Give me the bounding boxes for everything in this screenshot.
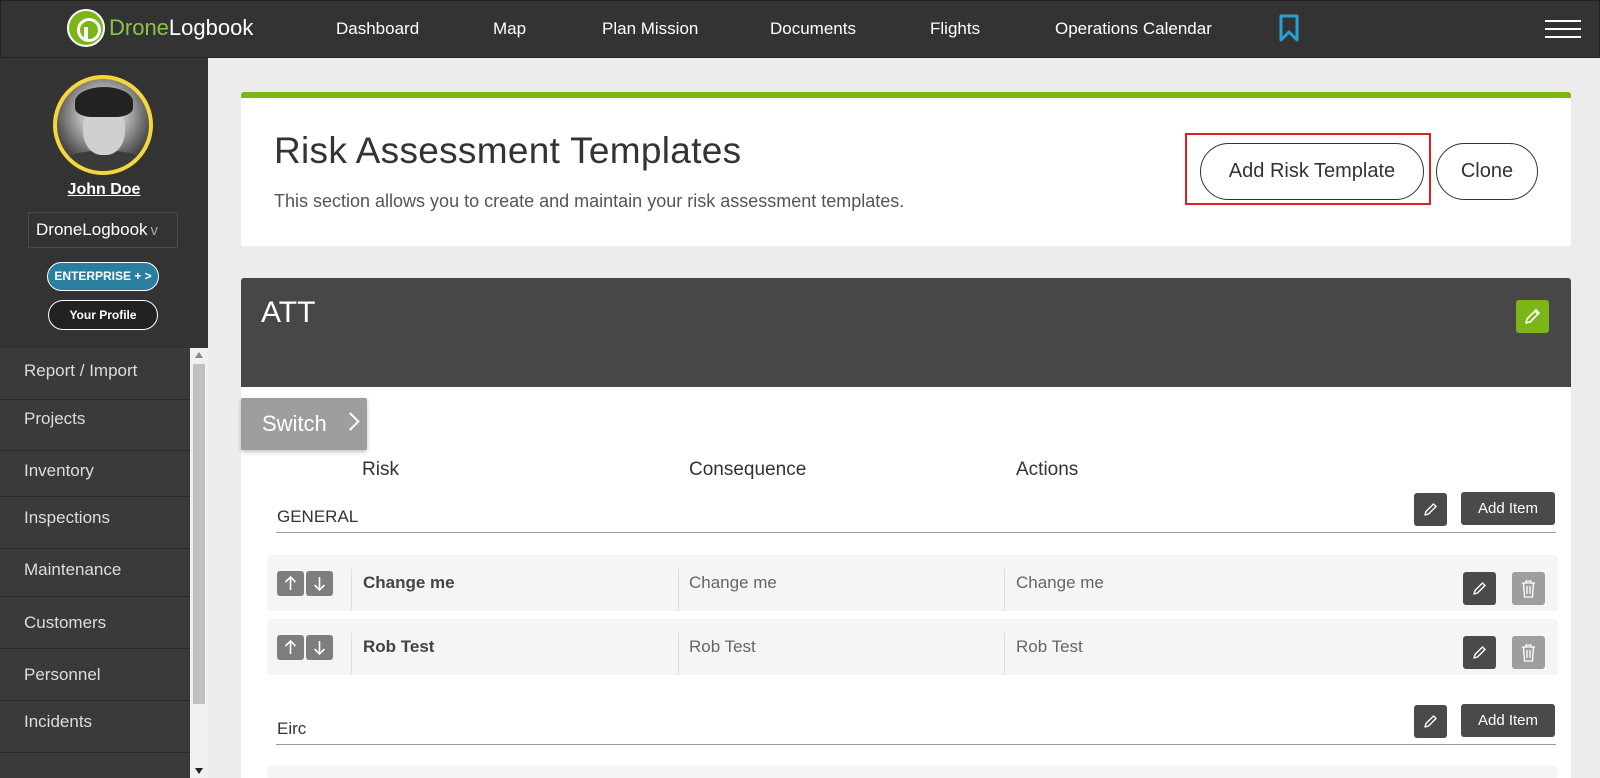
pencil-icon — [1473, 646, 1486, 659]
sidebar-scrollbar[interactable] — [190, 348, 208, 778]
sidebar-item-customers[interactable]: Customers — [0, 597, 190, 649]
delete-row-button[interactable] — [1512, 636, 1545, 669]
switch-button[interactable]: Switch — [241, 398, 367, 450]
organization-label: DroneLogbook — [36, 220, 148, 239]
table-row — [267, 766, 1558, 778]
scroll-down-arrow-icon[interactable] — [195, 768, 203, 774]
scroll-up-arrow-icon[interactable] — [195, 352, 203, 358]
sidebar: John Doe DroneLogbook v ENTERPRISE + > Yo… — [0, 58, 208, 778]
nav-operations-calendar[interactable]: Operations Calendar — [1055, 1, 1212, 59]
arrow-down-icon — [313, 641, 326, 656]
chevron-right-icon — [341, 412, 360, 431]
pencil-icon — [1424, 715, 1437, 728]
move-down-button[interactable] — [306, 635, 333, 660]
delete-row-button[interactable] — [1512, 572, 1545, 605]
sidebar-item-maintenance[interactable]: Maintenance — [0, 545, 190, 597]
actions-cell: Change me — [1016, 573, 1104, 592]
sidebar-menu: Report / Import Projects Inventory Inspe… — [0, 348, 190, 778]
add-item-button[interactable]: Add Item — [1461, 492, 1555, 525]
page-title: Risk Assessment Templates — [274, 130, 742, 171]
risk-cell: Rob Test — [363, 637, 435, 656]
section-title: GENERAL — [277, 507, 359, 526]
move-down-button[interactable] — [306, 571, 333, 596]
page-description: This section allows you to create and ma… — [274, 191, 905, 211]
nav-documents[interactable]: Documents — [770, 1, 856, 59]
section-title: Eirc — [277, 719, 307, 738]
user-name-link[interactable]: John Doe — [0, 181, 208, 199]
scrollbar-thumb[interactable] — [193, 364, 205, 704]
section-divider — [276, 532, 1556, 533]
pencil-icon — [1424, 503, 1437, 516]
column-header-consequence: Consequence — [689, 459, 807, 480]
trash-icon — [1522, 644, 1535, 662]
column-header-risk: Risk — [362, 459, 399, 480]
edit-section-button[interactable] — [1414, 705, 1447, 738]
arrow-down-icon — [313, 577, 326, 592]
add-risk-template-button[interactable]: Add Risk Template — [1200, 143, 1424, 200]
your-profile-button[interactable]: Your Profile — [48, 300, 158, 330]
logo-icon — [67, 9, 105, 47]
clone-button[interactable]: Clone — [1436, 143, 1538, 200]
hamburger-menu-icon[interactable] — [1545, 20, 1581, 38]
sidebar-item-personnel[interactable]: Personnel — [0, 649, 190, 701]
edit-row-button[interactable] — [1463, 572, 1496, 605]
nav-flights[interactable]: Flights — [930, 1, 980, 59]
template-header: ATT — [241, 278, 1571, 387]
move-up-button[interactable] — [277, 571, 304, 596]
arrow-up-icon — [284, 575, 297, 590]
sidebar-item-inspections[interactable]: Inspections — [0, 497, 190, 549]
logo-text: DroneLogbook — [109, 15, 254, 40]
nav-dashboard[interactable]: Dashboard — [336, 1, 419, 59]
sidebar-item-inventory[interactable]: Inventory — [0, 445, 190, 497]
pencil-icon — [1525, 309, 1540, 324]
sidebar-item-projects[interactable]: Projects — [0, 399, 190, 451]
bookmark-icon[interactable] — [1279, 14, 1299, 42]
chevron-down-icon: v — [150, 222, 159, 239]
risk-cell: Change me — [363, 573, 455, 592]
edit-row-button[interactable] — [1463, 636, 1496, 669]
table-row: Change me Change me Change me — [267, 555, 1558, 611]
consequence-cell: Rob Test — [689, 637, 756, 656]
edit-template-button[interactable] — [1516, 300, 1549, 333]
edit-section-button[interactable] — [1414, 493, 1447, 526]
sidebar-item-incidents[interactable]: Incidents — [0, 701, 190, 753]
pencil-icon — [1473, 582, 1486, 595]
column-header-actions: Actions — [1016, 459, 1079, 480]
actions-cell: Rob Test — [1016, 637, 1083, 656]
avatar[interactable] — [53, 75, 153, 175]
consequence-cell: Change me — [689, 573, 777, 592]
app-logo[interactable]: DroneLogbook — [67, 9, 253, 47]
nav-plan-mission[interactable]: Plan Mission — [602, 1, 698, 59]
template-name: ATT — [261, 296, 316, 329]
switch-label: Switch — [262, 411, 327, 436]
trash-icon — [1522, 580, 1535, 598]
nav-map[interactable]: Map — [493, 1, 526, 59]
organization-select[interactable]: DroneLogbook v — [28, 212, 178, 248]
sidebar-item-report-import[interactable]: Report / Import — [0, 348, 190, 400]
enterprise-button[interactable]: ENTERPRISE + > — [47, 262, 159, 291]
table-row: Rob Test Rob Test Rob Test — [267, 619, 1558, 675]
top-navbar: DroneLogbook Dashboard Map Plan Mission … — [0, 0, 1600, 58]
section-divider — [276, 744, 1556, 745]
move-up-button[interactable] — [277, 635, 304, 660]
arrow-up-icon — [284, 639, 297, 654]
add-item-button[interactable]: Add Item — [1461, 704, 1555, 737]
